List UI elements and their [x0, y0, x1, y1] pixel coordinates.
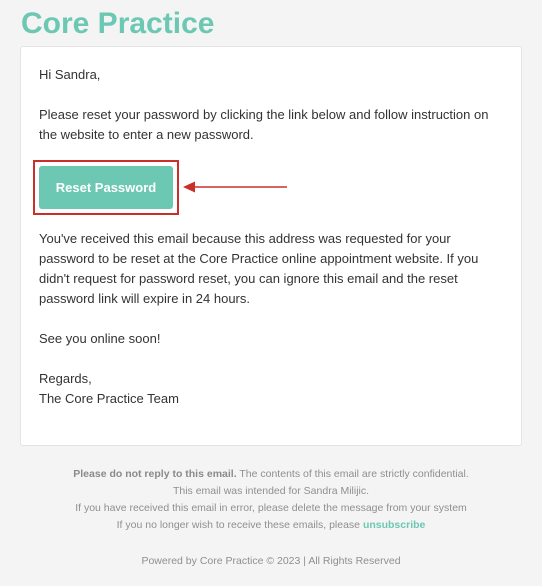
error-notice-text: If you have received this email in error…	[75, 502, 467, 514]
intended-recipient-text: This email was intended for Sandra Milij…	[172, 485, 370, 497]
confidential-notice: The contents of this email are strictly …	[236, 468, 469, 480]
no-reply-notice: Please do not reply to this email.	[73, 468, 237, 480]
regards-text: Regards,	[39, 371, 92, 386]
footer-notice: Please do not reply to this email. The c…	[0, 466, 542, 483]
email-card: Hi Sandra, Please reset your password by…	[20, 46, 522, 446]
signoff-text: See you online soon!	[39, 331, 161, 346]
greeting-text: Hi Sandra,	[39, 67, 101, 82]
pointer-arrow-icon	[183, 181, 287, 193]
explanation-paragraph: You've received this email because this …	[39, 231, 479, 306]
email-page: Core Practice Hi Sandra, Please reset yo…	[0, 0, 542, 586]
unsubscribe-link[interactable]: unsubscribe	[363, 519, 425, 531]
unsubscribe-line: If you no longer wish to receive these e…	[0, 517, 542, 534]
reset-password-button[interactable]: Reset Password	[39, 166, 173, 209]
team-signature: The Core Practice Team	[39, 391, 179, 406]
brand-logo-text: Core Practice	[21, 7, 215, 40]
intro-paragraph: Please reset your password by clicking t…	[39, 107, 489, 142]
powered-by-text: Powered by Core Practice © 2023 | All Ri…	[141, 555, 401, 567]
unsubscribe-prefix: If you no longer wish to receive these e…	[116, 519, 363, 531]
